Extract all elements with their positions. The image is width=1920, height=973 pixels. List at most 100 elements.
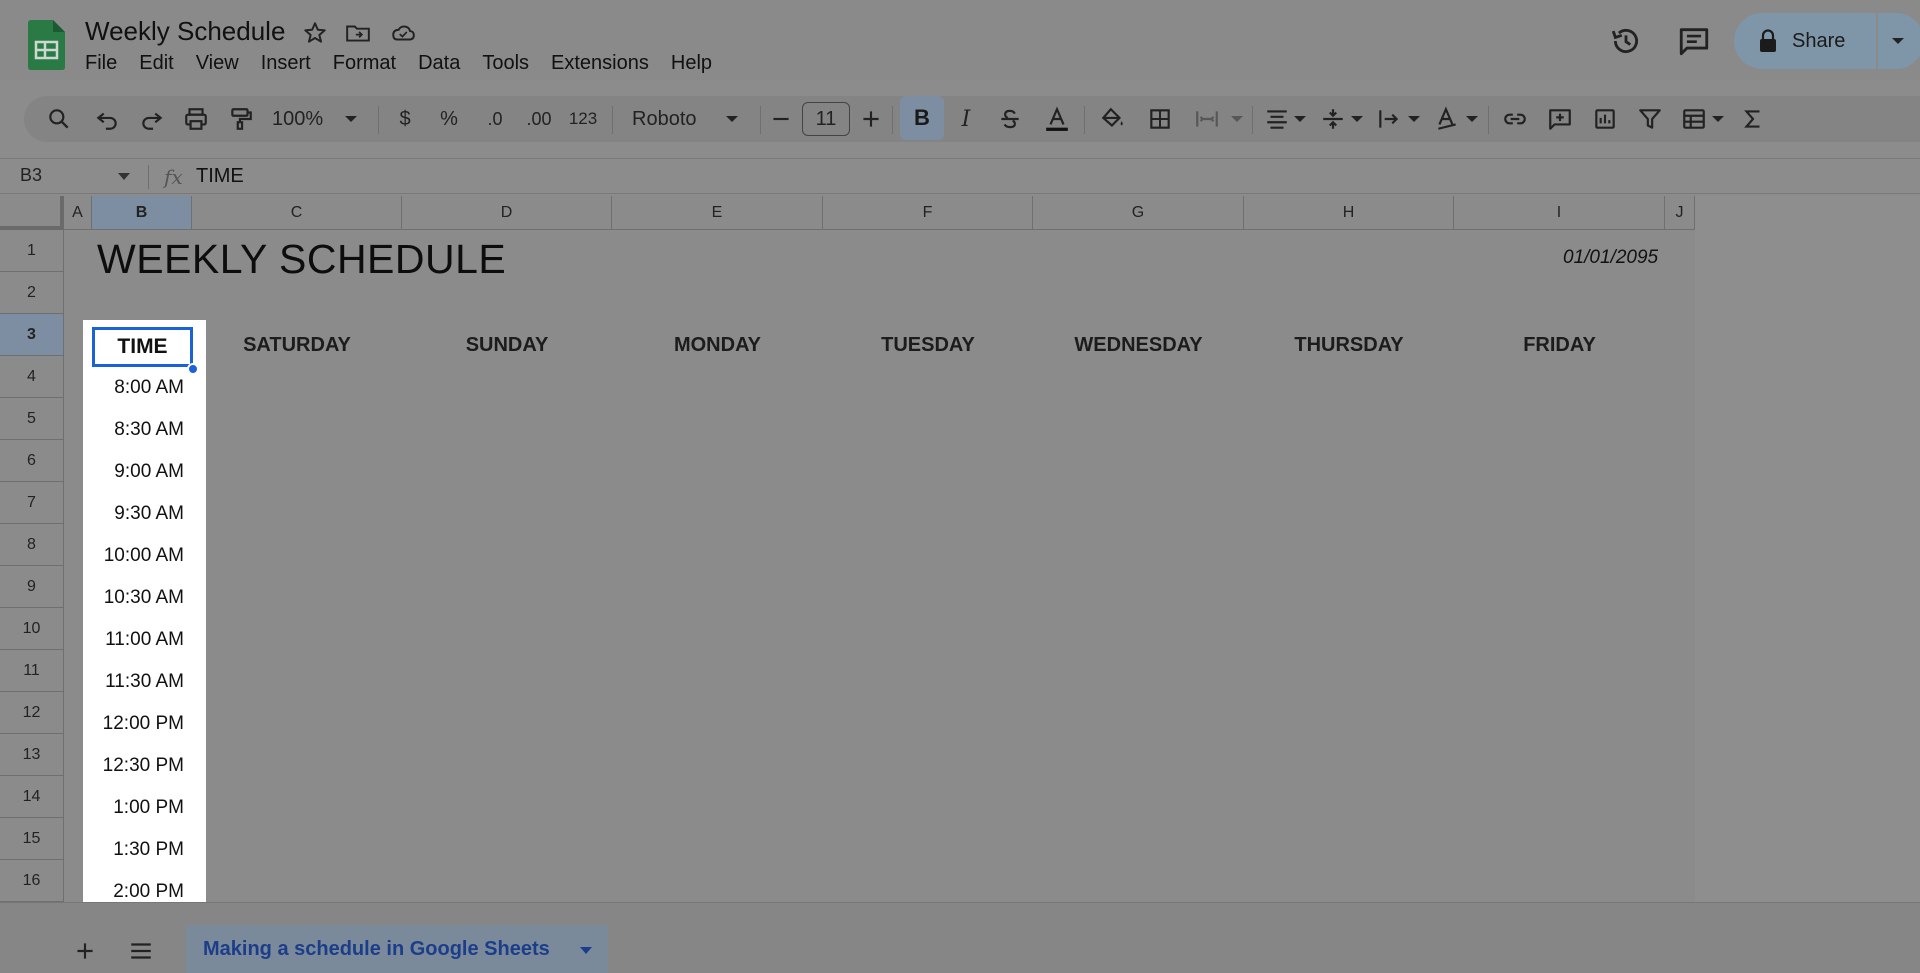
zoom-select[interactable]: 100%: [272, 96, 328, 142]
add-sheet-icon[interactable]: [72, 938, 98, 964]
time-cell[interactable]: 10:00 AM: [83, 535, 206, 577]
zoom-caret-down-icon[interactable]: [344, 114, 358, 124]
time-cell[interactable]: 12:00 PM: [83, 703, 206, 745]
column-header-f[interactable]: F: [823, 196, 1033, 230]
row-header-8[interactable]: 8: [0, 524, 64, 566]
halign-caret-down-icon[interactable]: [1293, 114, 1307, 124]
undo-button[interactable]: [90, 96, 124, 142]
percent-format-button[interactable]: %: [434, 96, 464, 142]
sheets-logo-icon[interactable]: [28, 20, 65, 70]
font-size-input[interactable]: 11: [802, 102, 850, 136]
menu-data[interactable]: Data: [418, 52, 460, 75]
time-cell[interactable]: 1:00 PM: [83, 787, 206, 829]
time-cell[interactable]: 8:30 AM: [83, 409, 206, 451]
sheet-title-cell[interactable]: WEEKLY SCHEDULE: [97, 236, 506, 283]
functions-button[interactable]: [1736, 96, 1770, 142]
menu-insert[interactable]: Insert: [261, 52, 311, 75]
day-header-saturday[interactable]: SATURDAY: [192, 334, 402, 357]
decrease-font-size-button[interactable]: [768, 96, 794, 142]
row-header-1[interactable]: 1: [0, 230, 64, 272]
row-header-3[interactable]: 3: [0, 314, 64, 356]
time-cell[interactable]: 1:30 PM: [83, 829, 206, 871]
italic-button[interactable]: I: [952, 96, 980, 142]
number-format-button[interactable]: 123: [566, 96, 600, 142]
row-header-15[interactable]: 15: [0, 818, 64, 860]
column-header-a[interactable]: A: [64, 196, 92, 230]
day-header-tuesday[interactable]: TUESDAY: [823, 334, 1033, 357]
menu-view[interactable]: View: [196, 52, 239, 75]
currency-format-button[interactable]: $: [392, 96, 418, 142]
insert-chart-button[interactable]: [1588, 96, 1622, 142]
font-family-select[interactable]: Roboto: [632, 96, 712, 142]
cloud-saved-icon[interactable]: [390, 20, 416, 46]
increase-decimal-button[interactable]: .00: [520, 96, 558, 142]
column-header-e[interactable]: E: [612, 196, 823, 230]
row-header-6[interactable]: 6: [0, 440, 64, 482]
redo-button[interactable]: [135, 96, 169, 142]
row-header-16[interactable]: 16: [0, 860, 64, 902]
row-header-13[interactable]: 13: [0, 734, 64, 776]
row-header-11[interactable]: 11: [0, 650, 64, 692]
name-box-caret-down-icon[interactable]: [118, 173, 130, 180]
bold-button[interactable]: B: [900, 96, 944, 140]
time-cell[interactable]: 9:30 AM: [83, 493, 206, 535]
time-cell[interactable]: 9:00 AM: [83, 451, 206, 493]
date-cell[interactable]: 01/01/2095: [1563, 247, 1658, 269]
text-color-button[interactable]: [1040, 96, 1074, 142]
create-filter-button[interactable]: [1633, 96, 1667, 142]
time-cell[interactable]: 12:30 PM: [83, 745, 206, 787]
table-caret-down-icon[interactable]: [1711, 114, 1725, 124]
column-header-i[interactable]: I: [1454, 196, 1665, 230]
document-title[interactable]: Weekly Schedule: [85, 16, 285, 47]
time-cell[interactable]: 8:00 AM: [83, 367, 206, 409]
share-button[interactable]: Share: [1734, 13, 1876, 69]
print-button[interactable]: [179, 96, 213, 142]
time-header-cell[interactable]: TIME: [92, 327, 193, 367]
name-box[interactable]: B3: [20, 165, 42, 186]
column-header-d[interactable]: D: [402, 196, 612, 230]
menu-extensions[interactable]: Extensions: [551, 52, 649, 75]
increase-font-size-button[interactable]: [858, 96, 884, 142]
version-history-icon[interactable]: [1609, 24, 1643, 58]
all-sheets-icon[interactable]: [128, 938, 154, 964]
text-wrapping-button[interactable]: [1372, 96, 1406, 142]
move-folder-icon[interactable]: [345, 20, 371, 46]
row-header-2[interactable]: 2: [0, 272, 64, 314]
day-header-friday[interactable]: FRIDAY: [1454, 334, 1665, 357]
star-icon[interactable]: [302, 20, 328, 46]
time-cell[interactable]: 11:30 AM: [83, 661, 206, 703]
menu-help[interactable]: Help: [671, 52, 712, 75]
paint-format-button[interactable]: [224, 96, 258, 142]
day-header-thursday[interactable]: THURSDAY: [1244, 334, 1454, 357]
table-button[interactable]: [1677, 96, 1711, 142]
time-cell[interactable]: 11:00 AM: [83, 619, 206, 661]
column-header-b[interactable]: B: [92, 196, 192, 230]
select-all-corner[interactable]: [0, 196, 64, 230]
row-header-10[interactable]: 10: [0, 608, 64, 650]
row-header-9[interactable]: 9: [0, 566, 64, 608]
menu-file[interactable]: File: [85, 52, 117, 75]
spreadsheet-grid[interactable]: A B C D E F G H I J 1 2 3 4 5 6 7 8 9 10 11 12 13 14 15 16: [0, 196, 1695, 902]
text-rotation-button[interactable]: [1430, 96, 1464, 142]
row-header-4[interactable]: 4: [0, 356, 64, 398]
sheet-tab-active[interactable]: Making a schedule in Google Sheets: [186, 925, 608, 973]
merge-cells-button[interactable]: [1190, 96, 1224, 142]
comments-icon[interactable]: [1677, 24, 1711, 58]
horizontal-align-button[interactable]: [1260, 96, 1294, 142]
menu-format[interactable]: Format: [333, 52, 396, 75]
fill-color-button[interactable]: [1096, 96, 1130, 142]
row-header-5[interactable]: 5: [0, 398, 64, 440]
vertical-align-button[interactable]: [1316, 96, 1350, 142]
column-header-c[interactable]: C: [192, 196, 402, 230]
column-header-j[interactable]: J: [1665, 196, 1695, 230]
column-header-h[interactable]: H: [1244, 196, 1454, 230]
day-header-sunday[interactable]: SUNDAY: [402, 334, 612, 357]
merge-caret-down-icon[interactable]: [1230, 114, 1244, 124]
valign-caret-down-icon[interactable]: [1350, 114, 1364, 124]
day-header-monday[interactable]: MONDAY: [612, 334, 823, 357]
formula-input[interactable]: TIME: [196, 165, 244, 188]
rotation-caret-down-icon[interactable]: [1465, 114, 1479, 124]
row-header-14[interactable]: 14: [0, 776, 64, 818]
day-header-wednesday[interactable]: WEDNESDAY: [1033, 334, 1244, 357]
strikethrough-button[interactable]: [996, 96, 1024, 142]
